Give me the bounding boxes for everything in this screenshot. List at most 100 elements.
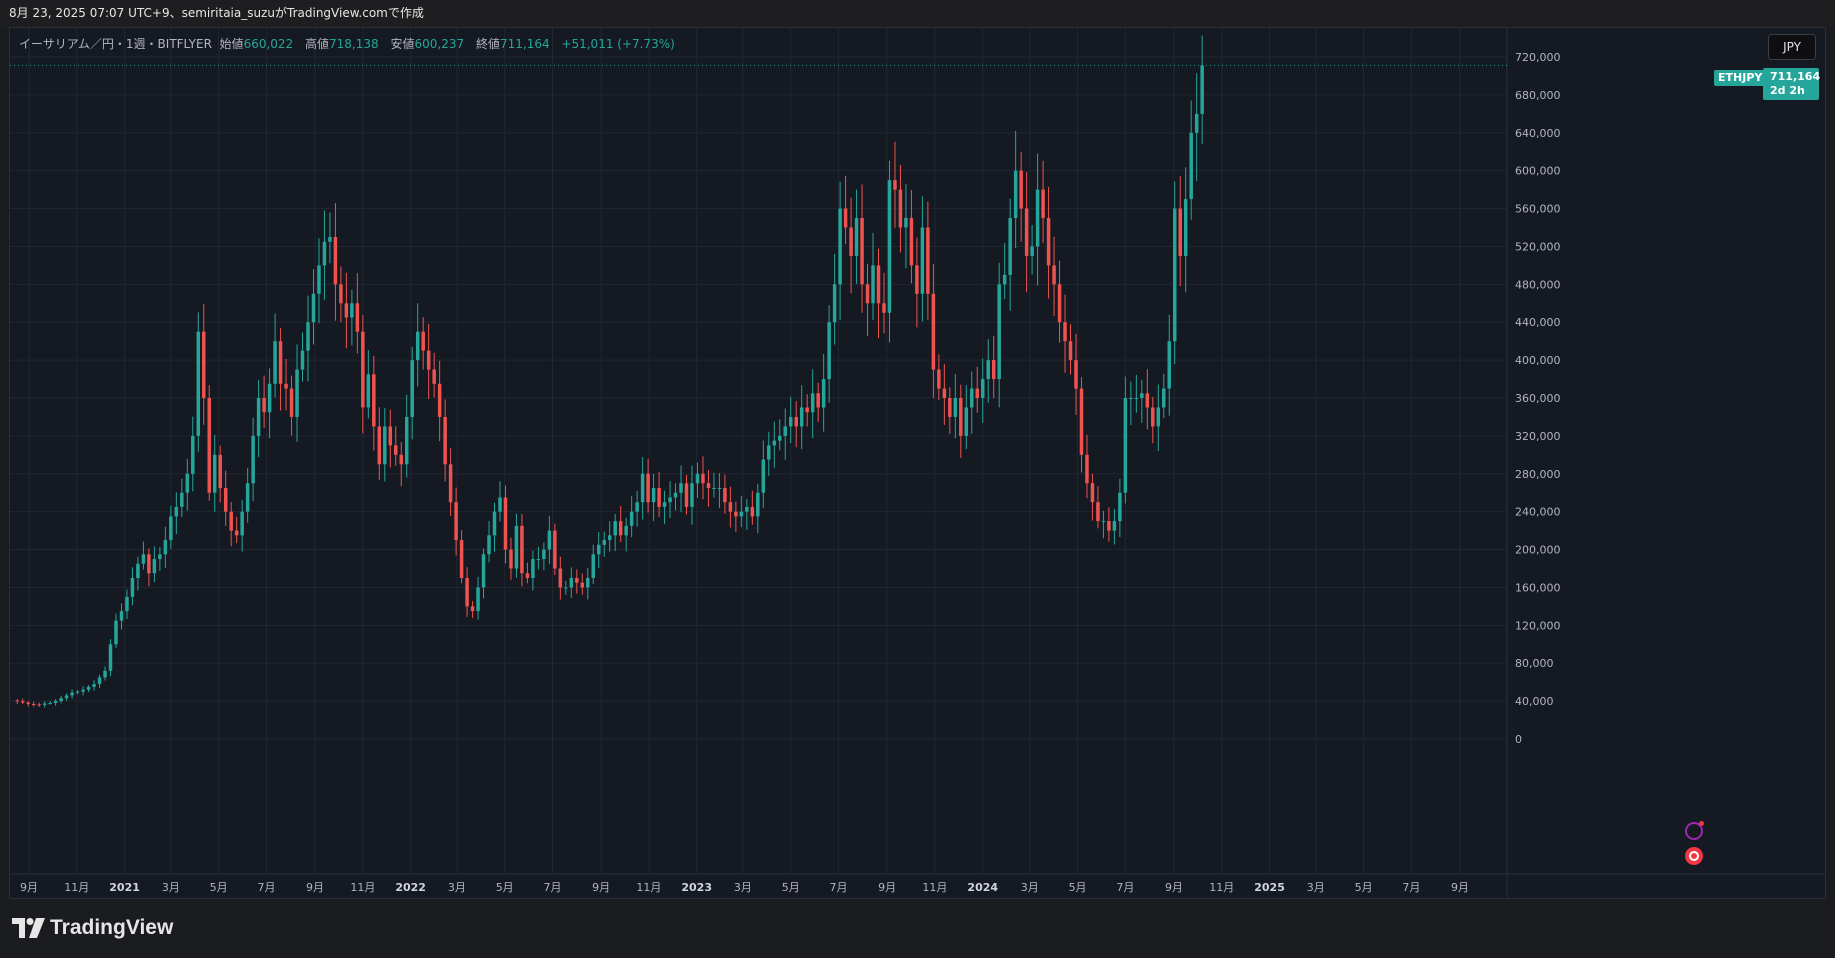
candle-body: [1090, 483, 1095, 503]
legend-high-label: 高値: [305, 37, 330, 51]
candle-body: [81, 689, 85, 692]
candle-body: [887, 180, 892, 313]
candle-body: [125, 596, 129, 612]
legend-open-label: 始値: [219, 37, 244, 51]
candle-body: [909, 218, 914, 266]
candle-body: [278, 341, 283, 384]
candle-body: [980, 379, 985, 398]
tradingview-logo[interactable]: TradingView: [12, 915, 173, 941]
candle-body: [706, 483, 711, 488]
candle-body: [476, 587, 480, 612]
candle-body: [904, 218, 908, 228]
chart-caption: 8月 23, 2025 07:07 UTC+9、semiritaia_suzuが…: [0, 0, 1835, 27]
candle-body: [1107, 521, 1111, 531]
candle-body: [223, 487, 228, 512]
candle-body: [448, 464, 453, 503]
record-icon[interactable]: [1685, 847, 1703, 865]
time-axis-ticks: 9月 11月 2021 3月 5月 7月 9月 11月 2022 3月 5月 7月 9月 11月 2023 3…: [20, 881, 1469, 894]
candle-body: [1156, 407, 1161, 427]
candle-body: [964, 407, 969, 436]
candle-body: [158, 554, 162, 560]
candle-body: [948, 398, 952, 417]
candle-body: [1189, 132, 1193, 200]
candle-body: [262, 398, 266, 413]
candle-body: [465, 577, 469, 607]
candle-body: [761, 459, 766, 493]
candle-body: [75, 691, 80, 693]
candle-body: [728, 502, 733, 512]
last-price-tag: 711,164 2d 2h: [1763, 68, 1820, 100]
candle-body: [509, 549, 513, 569]
candle-body: [136, 563, 140, 578]
candle-body: [1013, 170, 1018, 219]
candle-body: [586, 577, 590, 588]
candle-body: [169, 516, 173, 541]
candle-body: [202, 331, 206, 398]
candle-body: [591, 554, 595, 578]
x-tick-label: 5月: [496, 881, 514, 894]
candle-body: [141, 554, 146, 564]
candle-body: [1041, 189, 1045, 219]
candle-body: [267, 383, 272, 413]
candle-body: [339, 284, 343, 304]
bar-countdown: 2d 2h: [1770, 84, 1805, 97]
candle-body: [646, 473, 650, 503]
bolt-icon[interactable]: [1685, 821, 1704, 840]
candle-body: [300, 350, 305, 370]
candle-body: [432, 369, 436, 384]
legend-low-value: 600,237: [414, 37, 465, 51]
legend-change: +51,011 (+7.73%): [561, 37, 675, 51]
candle-body: [679, 483, 683, 493]
candle-body: [640, 473, 645, 503]
candle-body: [119, 611, 124, 621]
candle-body: [306, 322, 310, 351]
candle-body: [893, 180, 897, 190]
candle-body: [333, 236, 338, 285]
grid: [10, 28, 1825, 898]
x-tick-label: 7月: [1402, 881, 1420, 894]
x-tick-label: 11月: [922, 881, 947, 894]
candle-body: [147, 554, 151, 574]
candle-body: [103, 670, 107, 678]
candle-body: [558, 568, 563, 588]
legend-high-value: 718,138: [329, 37, 379, 51]
x-tick-label: 3月: [162, 881, 180, 894]
x-tick-label: 11月: [1209, 881, 1234, 894]
candle-body: [459, 540, 464, 578]
candle-body: [415, 331, 420, 361]
candle-body: [843, 208, 848, 228]
candle-body: [344, 303, 349, 318]
candle-body: [152, 559, 157, 574]
y-tick-label: 80,000: [1515, 657, 1554, 670]
candle-body: [520, 525, 524, 574]
symbol-tag: ETHJPY: [1714, 70, 1767, 86]
candle-body: [383, 426, 387, 465]
candle-body: [1035, 189, 1040, 247]
candle-body: [926, 227, 930, 294]
candle-body: [854, 218, 859, 256]
candle-body: [898, 189, 903, 228]
candle-body: [1024, 208, 1029, 256]
candle-body: [997, 284, 1001, 380]
x-tick-label: 9月: [878, 881, 896, 894]
candlestick-chart[interactable]: 0 40,000 80,000 120,000 160,000 200,000 240,00…: [10, 28, 1826, 899]
y-tick-label: 680,000: [1515, 89, 1561, 102]
candle-body: [1194, 113, 1199, 133]
candle-body: [536, 559, 541, 561]
x-tick-label: 2025: [1254, 881, 1285, 894]
chart-panel[interactable]: 0 40,000 80,000 120,000 160,000 200,000 240,00…: [9, 27, 1826, 899]
candle-body: [832, 284, 837, 323]
candle-body: [481, 554, 486, 588]
candle-body: [629, 511, 634, 526]
candle-body: [1129, 398, 1133, 399]
candle-body: [1167, 341, 1172, 389]
candle-body: [289, 388, 294, 417]
y-tick-label: 160,000: [1515, 581, 1561, 594]
candle-body: [569, 577, 574, 588]
candle-body: [531, 559, 535, 578]
candle-body: [739, 511, 744, 517]
currency-button[interactable]: JPY: [1768, 34, 1816, 60]
candle-body: [1002, 274, 1007, 285]
legend-close-label: 終値: [475, 37, 500, 51]
candle-body: [816, 393, 820, 408]
